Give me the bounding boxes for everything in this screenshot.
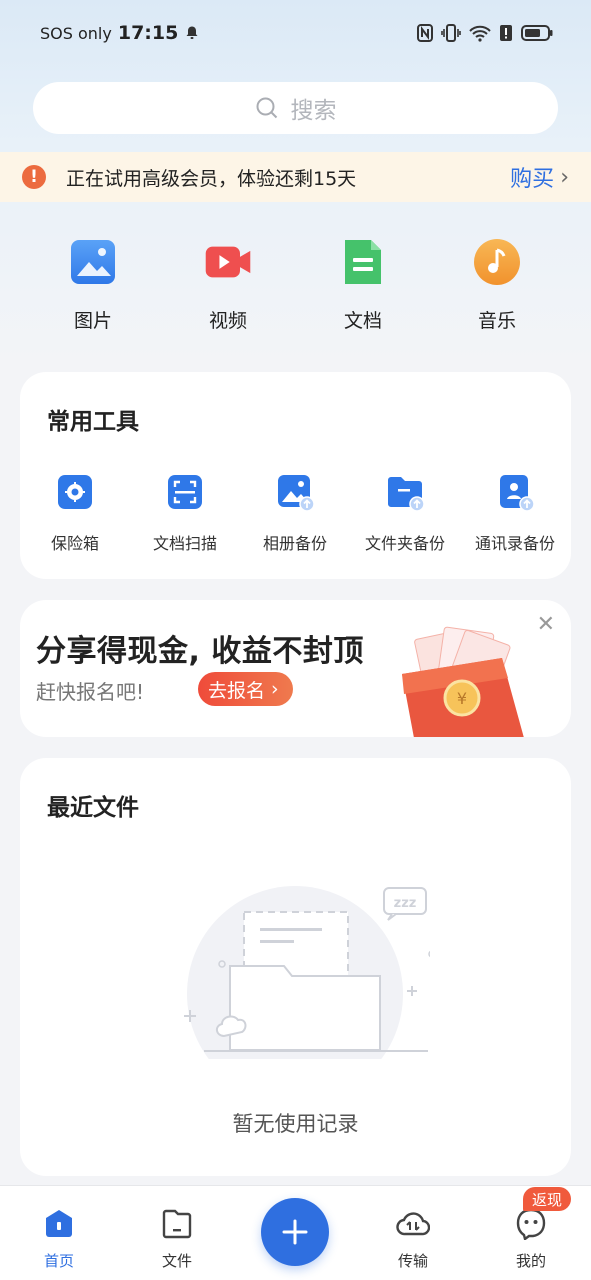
tool-folder-backup[interactable]: 文件夹备份	[350, 472, 460, 554]
nav-profile[interactable]: 我的	[491, 1208, 571, 1271]
vibrate-icon	[441, 24, 461, 42]
signup-button[interactable]: 去报名 ›	[198, 672, 293, 706]
home-icon	[46, 1210, 72, 1237]
promo-subtitle: 赶快报名吧!	[36, 680, 145, 704]
album-backup-icon	[278, 475, 315, 512]
search-icon	[256, 97, 277, 119]
category-label: 图片	[73, 310, 112, 332]
nav-label: 文件	[161, 1252, 192, 1270]
document-icon	[345, 240, 381, 284]
search-placeholder: 搜索	[290, 98, 337, 124]
chevron-right-icon: ›	[271, 678, 279, 700]
tool-album-backup[interactable]: 相册备份	[240, 472, 350, 554]
buy-label: 购买	[510, 167, 555, 192]
category-label: 文档	[343, 310, 382, 332]
tool-contacts-backup[interactable]: 通讯录备份	[460, 472, 570, 554]
common-tools-card: 常用工具 保险箱 文档扫描 相册备份 文件夹备份 通讯录备份	[20, 372, 571, 579]
transfer-icon	[396, 1212, 431, 1236]
music-icon	[474, 239, 520, 285]
plus-icon	[282, 1219, 308, 1245]
signup-label: 去报名	[208, 679, 266, 702]
bell-icon	[186, 26, 198, 39]
nav-files[interactable]: 文件	[137, 1208, 217, 1271]
warning-icon: !	[22, 165, 46, 189]
carrier-text: SOS only	[40, 23, 112, 43]
image-icon	[71, 240, 115, 284]
add-button[interactable]	[261, 1198, 329, 1266]
svg-text:zzz: zzz	[394, 896, 417, 911]
category-music[interactable]: 音乐	[447, 238, 547, 333]
battery-icon	[521, 25, 553, 41]
wifi-icon	[469, 25, 491, 42]
nav-transfer[interactable]: 传输	[373, 1208, 453, 1271]
profile-icon	[516, 1208, 546, 1242]
tool-label: 通讯录备份	[474, 534, 555, 553]
recent-files-title: 最近文件	[47, 795, 139, 821]
nav-label: 我的	[515, 1252, 546, 1270]
category-shortcuts: 图片 视频 文档 音乐	[0, 238, 591, 338]
tool-label: 相册备份	[262, 534, 327, 553]
category-label: 音乐	[477, 310, 516, 332]
chevron-right-icon: ›	[560, 164, 569, 190]
status-time: 17:15	[117, 22, 179, 44]
empty-folder-illustration: zzz	[184, 886, 430, 1059]
category-videos[interactable]: 视频	[178, 238, 278, 333]
recent-files-card: 最近文件 zzz 暂无使用记录	[20, 758, 571, 1176]
status-bar: SOS only 17:15	[0, 0, 591, 66]
search-input[interactable]: 搜索	[33, 82, 558, 134]
safe-icon	[58, 475, 92, 509]
buy-button[interactable]: 购买 ›	[510, 161, 569, 193]
alert-icon	[500, 25, 512, 41]
category-documents[interactable]: 文档	[313, 238, 413, 333]
contacts-backup-icon	[500, 475, 535, 512]
promo-banner[interactable]: 分享得现金, 收益不封顶 赶快报名吧! 去报名 › ✕ ¥	[20, 600, 571, 737]
promo-title: 分享得现金, 收益不封顶	[36, 634, 364, 669]
common-tools-title: 常用工具	[47, 409, 139, 435]
trial-notice-banner[interactable]: ! 正在试用高级会员，体验还剩15天 购买 ›	[0, 152, 591, 202]
category-label: 视频	[208, 310, 247, 332]
tool-label: 保险箱	[50, 534, 99, 553]
close-icon[interactable]: ✕	[537, 612, 555, 637]
nav-label: 首页	[43, 1252, 74, 1270]
nav-home[interactable]: 首页	[19, 1208, 99, 1271]
tool-doc-scan[interactable]: 文档扫描	[130, 472, 240, 554]
nav-label: 传输	[397, 1252, 428, 1270]
tool-safe-box[interactable]: 保险箱	[20, 472, 130, 554]
tool-label: 文件夹备份	[364, 534, 445, 553]
nfc-icon	[417, 24, 433, 42]
category-images[interactable]: 图片	[43, 238, 143, 333]
svg-text:¥: ¥	[457, 689, 467, 708]
file-icon	[162, 1209, 192, 1239]
folder-backup-icon	[388, 477, 425, 512]
cashback-badge: 返现	[523, 1187, 572, 1211]
video-icon	[205, 246, 251, 278]
scan-icon	[168, 475, 202, 509]
empty-state-text: 暂无使用记录	[232, 1112, 359, 1136]
red-envelope-icon: ¥	[402, 626, 524, 737]
tool-label: 文档扫描	[152, 534, 217, 553]
trial-notice-text: 正在试用高级会员，体验还剩15天	[66, 167, 357, 190]
